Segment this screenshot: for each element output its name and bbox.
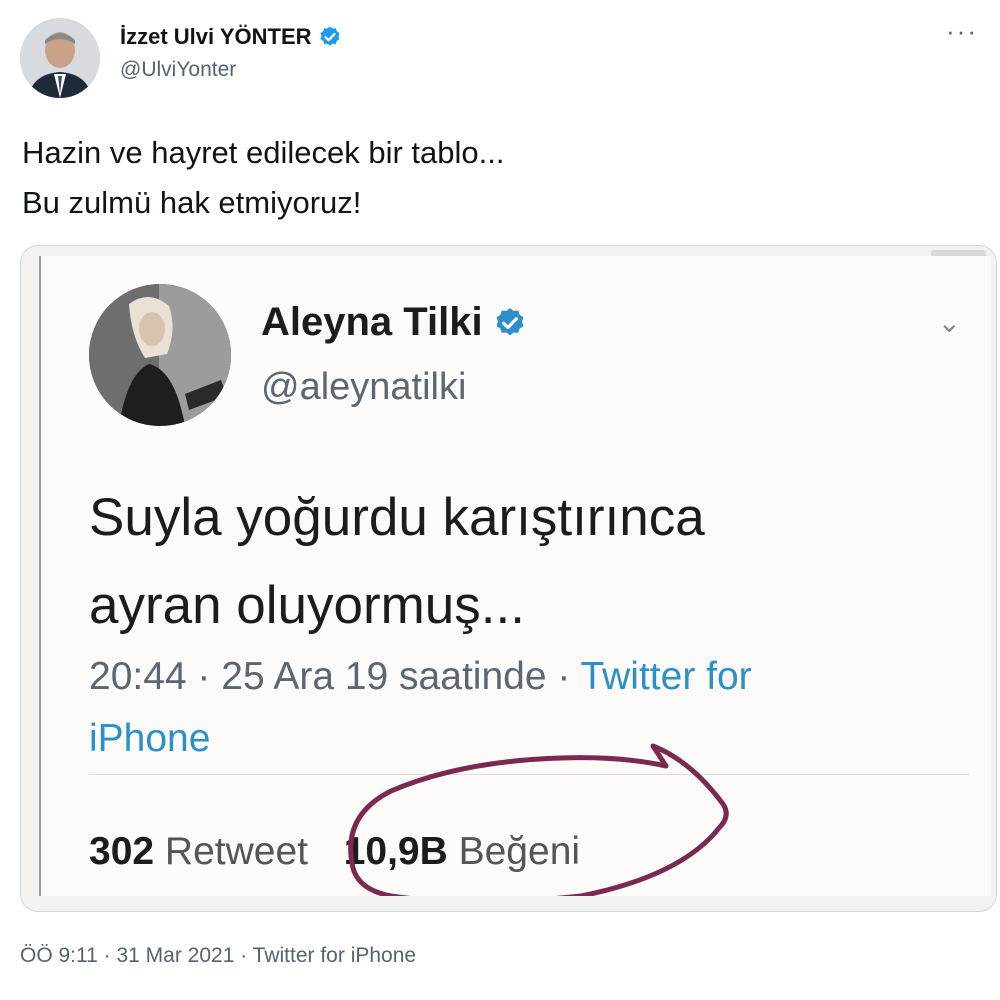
tweet-text: Hazin ve hayret edilecek bir tablo... Bu…: [22, 128, 504, 228]
embedded-author-avatar: [89, 284, 231, 426]
embedded-author-name: Aleyna Tilki: [261, 300, 483, 344]
attached-image[interactable]: Aleyna Tilki @aleynatilki ⌄ Suyla yoğurd…: [20, 245, 997, 912]
chevron-down-icon: ⌄: [937, 307, 961, 338]
embedded-tweet-source: Twitter for: [580, 655, 752, 698]
retweet-count: 302: [89, 830, 155, 873]
embedded-verified-badge-icon: [496, 307, 524, 335]
more-horizontal-icon[interactable]: ···: [946, 18, 978, 44]
embedded-tweet-text-line: ayran oluyormuş...: [89, 576, 525, 635]
author-name-row[interactable]: İzzet Ulvi YÖNTER: [120, 24, 342, 50]
retweet-label: Retweet: [164, 830, 308, 873]
embedded-tweet-meta: 20:44 · 25 Ara 19 saatinde · Twitter for…: [89, 646, 969, 770]
author-name[interactable]: İzzet Ulvi YÖNTER: [120, 24, 312, 50]
embedded-author-name-row: Aleyna Tilki: [261, 300, 527, 345]
tweet-text-line: Bu zulmü hak etmiyoruz!: [22, 185, 362, 220]
author-avatar[interactable]: [20, 18, 100, 98]
embedded-tweet-stats: 302 Retweet 10,9B Beğeni: [89, 830, 580, 874]
embedded-author-handle: @aleynatilki: [261, 366, 467, 408]
embedded-tweet-screenshot: Aleyna Tilki @aleynatilki ⌄ Suyla yoğurd…: [39, 256, 991, 896]
embedded-tweet-text-line: Suyla yoğurdu karıştırınca: [89, 488, 705, 547]
embedded-tweet-source-cont: iPhone: [89, 717, 211, 760]
verified-badge-icon: [320, 26, 340, 46]
divider: [89, 774, 969, 775]
like-label: Beğeni: [458, 830, 581, 873]
embedded-avatar-photo: [89, 284, 231, 426]
like-count: 10,9B: [343, 830, 448, 873]
embedded-tweet-text: Suyla yoğurdu karıştırınca ayran oluyorm…: [89, 474, 705, 650]
tweet-timestamp[interactable]: ÖÖ 9:11 · 31 Mar 2021 · Twitter for iPho…: [20, 944, 416, 968]
embedded-tweet-datetime: 20:44 · 25 Ara 19 saatinde ·: [89, 655, 581, 698]
avatar-photo: [20, 18, 100, 98]
tweet-text-line: Hazin ve hayret edilecek bir tablo...: [22, 135, 505, 170]
author-handle[interactable]: @UlviYonter: [120, 58, 236, 82]
